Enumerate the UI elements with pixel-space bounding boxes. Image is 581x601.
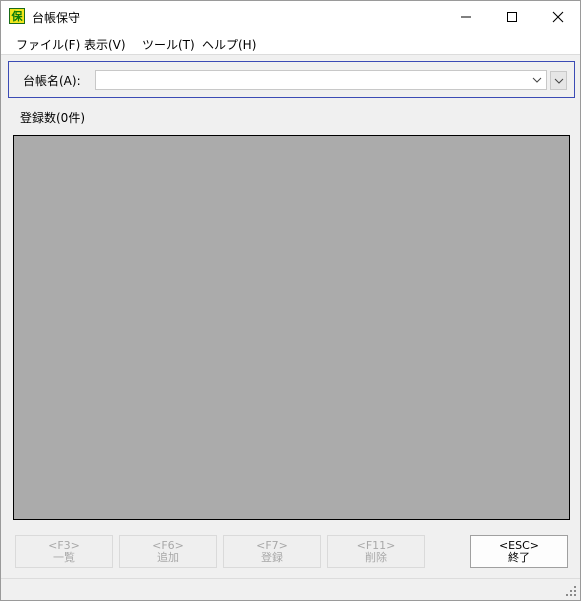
- maximize-icon: [507, 11, 517, 22]
- record-count-label: 登録数(0件): [20, 111, 85, 125]
- exit-button-label: 終了: [508, 550, 530, 564]
- register-button-label: 登録: [261, 550, 283, 564]
- window-title: 台帳保守: [32, 11, 81, 25]
- ledger-name-combobox[interactable]: [95, 70, 547, 90]
- app-window: 保 台帳保守 ファイル(F) 表示(V) ツール(T) ヘルプ(H) 台帳名(A…: [0, 0, 581, 601]
- add-button[interactable]: <F6> 追加: [119, 535, 217, 568]
- menu-tools[interactable]: ツール(T): [142, 36, 195, 53]
- minimize-icon: [461, 16, 471, 17]
- minimize-button[interactable]: [443, 1, 489, 32]
- record-grid[interactable]: [13, 135, 570, 520]
- ledger-name-label: 台帳名(A):: [23, 74, 81, 88]
- menu-view[interactable]: 表示(V): [84, 36, 126, 53]
- exit-button[interactable]: <ESC> 終了: [470, 535, 568, 568]
- status-bar: [1, 578, 580, 600]
- app-logo-icon: 保: [9, 8, 25, 24]
- register-button-key: <F7>: [256, 538, 288, 552]
- list-button[interactable]: <F3> 一覧: [15, 535, 113, 568]
- ledger-selector-panel: 台帳名(A):: [8, 61, 575, 98]
- app-logo-glyph: 保: [11, 9, 23, 23]
- exit-button-key: <ESC>: [498, 538, 540, 552]
- list-button-label: 一覧: [53, 550, 75, 564]
- close-icon: [552, 11, 564, 22]
- close-button[interactable]: [535, 1, 581, 32]
- delete-button-key: <F11>: [356, 538, 396, 552]
- ledger-dropdown-button[interactable]: [550, 71, 567, 90]
- menu-help[interactable]: ヘルプ(H): [202, 36, 256, 53]
- resize-grip-icon[interactable]: [565, 585, 577, 597]
- title-bar[interactable]: 保 台帳保守: [1, 1, 580, 32]
- menu-bar: ファイル(F) 表示(V) ツール(T) ヘルプ(H): [1, 32, 580, 55]
- delete-button[interactable]: <F11> 削除: [327, 535, 425, 568]
- add-button-key: <F6>: [152, 538, 184, 552]
- chevron-down-icon: [532, 77, 542, 83]
- list-button-key: <F3>: [48, 538, 80, 552]
- add-button-label: 追加: [157, 550, 179, 564]
- menu-file[interactable]: ファイル(F): [16, 36, 80, 53]
- maximize-button[interactable]: [489, 1, 535, 32]
- delete-button-label: 削除: [365, 550, 387, 564]
- chevron-down-icon: [554, 78, 563, 84]
- register-button[interactable]: <F7> 登録: [223, 535, 321, 568]
